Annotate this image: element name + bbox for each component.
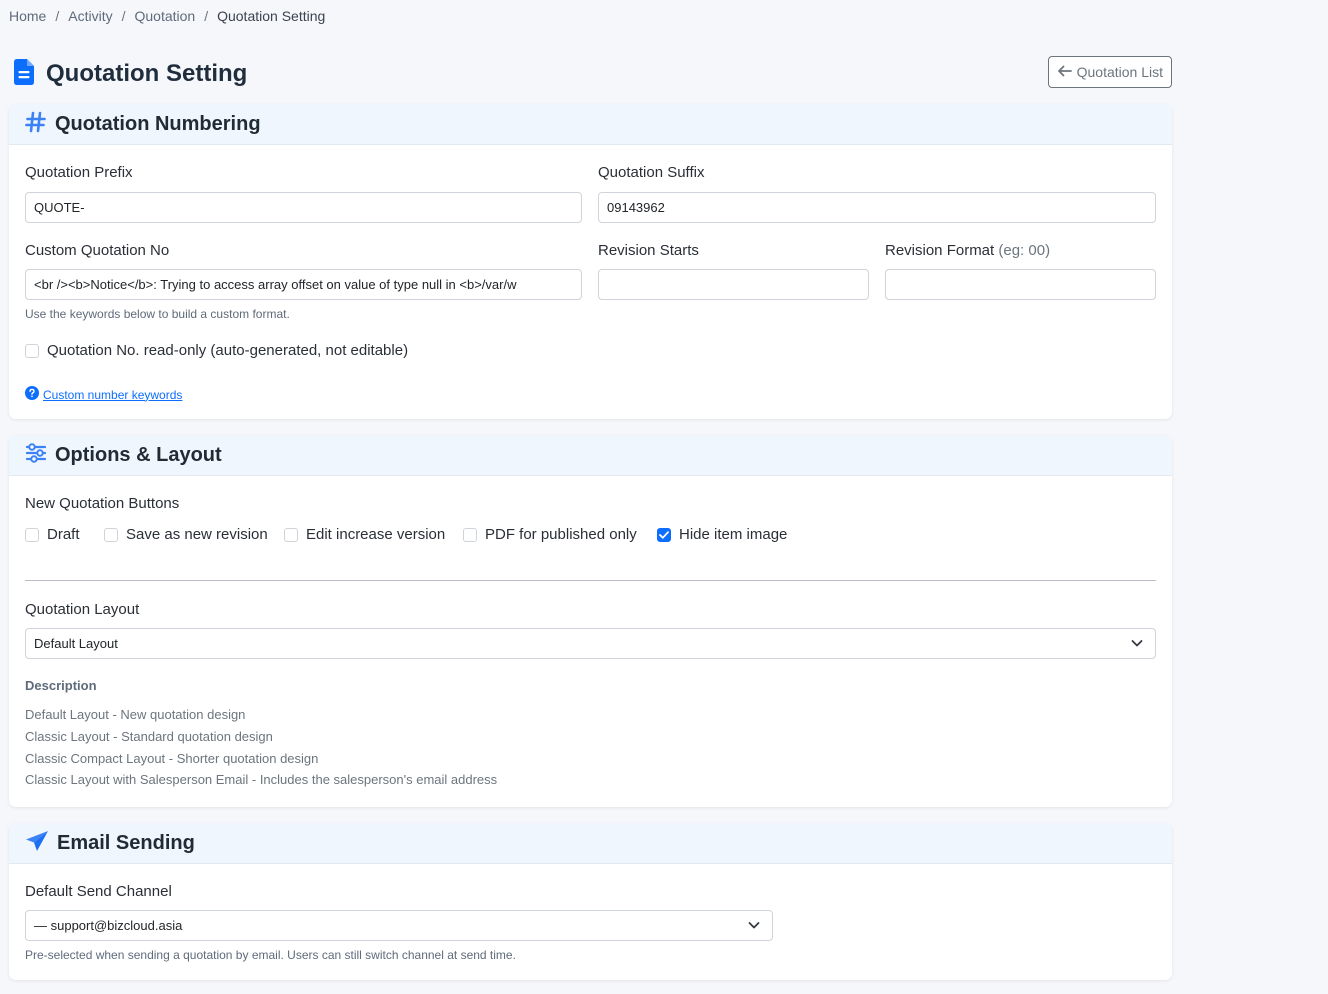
prefix-input[interactable]: QUOTE- bbox=[25, 192, 582, 223]
breadcrumb-separator: / bbox=[204, 8, 209, 24]
draft-checkbox[interactable] bbox=[25, 527, 39, 542]
edit-increase-version-checkbox-row[interactable]: Edit increase version bbox=[284, 526, 445, 543]
revision-format-text: Revision Format bbox=[885, 242, 995, 259]
page-header: Quotation Setting Quotation List bbox=[14, 56, 1172, 90]
card-title: Quotation Numbering bbox=[55, 112, 261, 135]
custom-number-label: Custom Quotation No bbox=[25, 242, 170, 259]
default-send-channel-select[interactable]: — support@bizcloud.asia bbox=[25, 910, 773, 941]
quotation-layout-label: Quotation Layout bbox=[25, 601, 140, 618]
page-title: Quotation Setting bbox=[46, 60, 248, 87]
card-header: Options & Layout bbox=[9, 435, 1172, 476]
default-send-channel-value: — support@bizcloud.asia bbox=[34, 918, 183, 933]
default-send-channel-hint: Pre-selected when sending a quotation by… bbox=[25, 948, 516, 962]
breadcrumb-separator: / bbox=[55, 8, 60, 24]
default-send-channel-label: Default Send Channel bbox=[25, 883, 172, 900]
readonly-checkbox-row[interactable]: Quotation No. read-only (auto-generated,… bbox=[25, 342, 408, 359]
new-quotation-buttons-label: New Quotation Buttons bbox=[25, 495, 180, 512]
edit-increase-version-checkbox[interactable] bbox=[284, 527, 298, 542]
breadcrumb-current: Quotation Setting bbox=[217, 8, 326, 24]
description-line: Default Layout - New quotation design bbox=[25, 707, 246, 722]
breadcrumb: Home / Activity / Quotation / Quotation … bbox=[9, 8, 325, 24]
save-new-revision-checkbox[interactable] bbox=[104, 527, 118, 542]
description-line: Classic Layout - Standard quotation desi… bbox=[25, 729, 273, 744]
document-icon bbox=[14, 58, 34, 90]
draft-checkbox-label: Draft bbox=[47, 526, 80, 543]
custom-number-input[interactable]: <br /><b>Notice</b>: Trying to access ar… bbox=[25, 269, 582, 300]
card-header: Quotation Numbering bbox=[9, 104, 1172, 145]
section-divider bbox=[25, 580, 1156, 581]
chevron-down-icon bbox=[748, 919, 760, 934]
quotation-numbering-card: Quotation Numbering Quotation Prefix QUO… bbox=[9, 104, 1172, 419]
hide-item-image-checkbox-row[interactable]: Hide item image bbox=[657, 526, 787, 543]
custom-number-keywords-link[interactable]: Custom number keywords bbox=[25, 386, 182, 403]
chevron-down-icon bbox=[1131, 637, 1143, 652]
breadcrumb-activity[interactable]: Activity bbox=[68, 8, 112, 24]
card-title: Options & Layout bbox=[55, 443, 222, 466]
pdf-published-only-checkbox-row[interactable]: PDF for published only bbox=[463, 526, 637, 543]
revision-format-label: Revision Format (eg: 00) bbox=[885, 242, 1050, 259]
custom-number-keywords-text: Custom number keywords bbox=[43, 387, 183, 402]
breadcrumb-quotation[interactable]: Quotation bbox=[134, 8, 195, 24]
custom-number-hint: Use the keywords below to build a custom… bbox=[25, 307, 290, 321]
description-line: Classic Layout with Salesperson Email - … bbox=[25, 772, 498, 787]
readonly-checkbox[interactable] bbox=[25, 343, 39, 358]
question-circle-icon bbox=[25, 386, 39, 403]
card-title: Email Sending bbox=[57, 831, 195, 854]
email-sending-card: Email Sending Default Send Channel — sup… bbox=[9, 823, 1172, 980]
sliders-icon bbox=[25, 442, 47, 469]
edit-increase-version-checkbox-label: Edit increase version bbox=[306, 526, 446, 543]
quotation-list-label: Quotation List bbox=[1076, 64, 1163, 80]
check-icon bbox=[659, 530, 669, 539]
quotation-layout-select[interactable]: Default Layout bbox=[25, 628, 1156, 659]
description-title: Description bbox=[25, 678, 97, 693]
breadcrumb-home[interactable]: Home bbox=[9, 8, 46, 24]
revision-format-input[interactable] bbox=[885, 269, 1156, 300]
readonly-checkbox-label: Quotation No. read-only (auto-generated,… bbox=[47, 342, 409, 359]
hide-item-image-checkbox[interactable] bbox=[657, 527, 671, 542]
options-layout-card: Options & Layout New Quotation Buttons D… bbox=[9, 435, 1172, 807]
quotation-list-button[interactable]: Quotation List bbox=[1047, 56, 1172, 88]
card-header: Email Sending bbox=[9, 823, 1172, 864]
draft-checkbox-row[interactable]: Draft bbox=[25, 526, 80, 543]
quotation-layout-value: Default Layout bbox=[34, 636, 118, 651]
hash-icon bbox=[25, 111, 47, 138]
paper-plane-icon bbox=[25, 830, 49, 857]
suffix-label: Quotation Suffix bbox=[598, 164, 705, 181]
pdf-published-only-checkbox[interactable] bbox=[463, 527, 477, 542]
hide-item-image-checkbox-label: Hide item image bbox=[679, 526, 788, 543]
revision-format-hint: (eg: 00) bbox=[998, 242, 1051, 259]
revision-starts-label: Revision Starts bbox=[598, 242, 699, 259]
breadcrumb-separator: / bbox=[121, 8, 126, 24]
description-line: Classic Compact Layout - Shorter quotati… bbox=[25, 751, 319, 766]
save-new-revision-checkbox-row[interactable]: Save as new revision bbox=[104, 526, 268, 543]
arrow-left-icon bbox=[1057, 64, 1072, 80]
save-new-revision-checkbox-label: Save as new revision bbox=[126, 526, 268, 543]
prefix-label: Quotation Prefix bbox=[25, 164, 133, 181]
revision-starts-input[interactable] bbox=[598, 269, 869, 300]
suffix-input[interactable]: 09143962 bbox=[598, 192, 1156, 223]
pdf-published-only-checkbox-label: PDF for published only bbox=[485, 526, 637, 543]
